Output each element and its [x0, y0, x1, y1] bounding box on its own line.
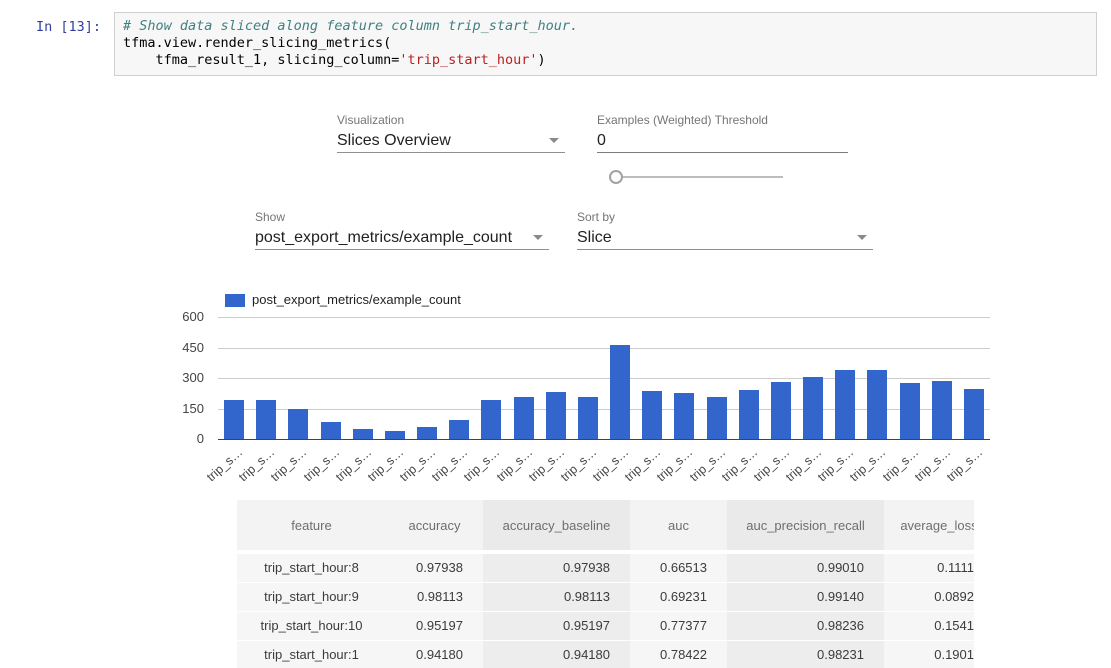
gridline	[218, 348, 990, 349]
table-cell: 0.66513	[630, 554, 727, 582]
dropdown-arrow-icon[interactable]	[857, 235, 867, 240]
show-metric-dropdown[interactable]: Show post_export_metrics/example_count	[255, 209, 549, 250]
chart-bar[interactable]	[610, 345, 630, 440]
table-row: trip_start_hour:90.981130.981130.692310.…	[237, 583, 974, 611]
chart-bar[interactable]	[449, 420, 469, 439]
chart-bar[interactable]	[739, 390, 759, 439]
sortby-label: Sort by	[577, 209, 873, 225]
table-header-cell[interactable]: average_loss	[884, 500, 974, 550]
chart-bar[interactable]	[321, 422, 341, 439]
dropdown-arrow-icon[interactable]	[533, 235, 543, 240]
visualization-dropdown[interactable]: Visualization Slices Overview	[337, 112, 565, 153]
chart-bar[interactable]	[964, 389, 984, 439]
chart-bar[interactable]	[867, 370, 887, 439]
chart-bar[interactable]	[900, 383, 920, 439]
slider-knob[interactable]	[609, 170, 623, 184]
table-header-cell[interactable]: accuracy_baseline	[483, 500, 630, 550]
threshold-input[interactable]	[597, 130, 848, 152]
table-row: trip_start_hour:80.979380.979380.665130.…	[237, 554, 974, 582]
table-cell: 0.98231	[727, 641, 884, 668]
table-cell: 0.97938	[483, 554, 630, 582]
y-axis-label: 0	[162, 431, 204, 446]
slices-overview-chart: post_export_metrics/example_count 0 150 30…	[0, 290, 1111, 495]
table-cell: 0.69231	[630, 583, 727, 611]
sortby-value: Slice	[577, 227, 873, 249]
table-cell: 0.77377	[630, 612, 727, 640]
chart-bar[interactable]	[481, 400, 501, 439]
chart-bar[interactable]	[771, 382, 791, 439]
table-cell: trip_start_hour:1	[237, 641, 386, 668]
slider-track[interactable]	[622, 176, 783, 178]
table-row: trip_start_hour:100.951970.951970.773770…	[237, 612, 974, 640]
chart-bar[interactable]	[546, 392, 566, 439]
table-cell: trip_start_hour:9	[237, 583, 386, 611]
show-label: Show	[255, 209, 549, 225]
chart-bar[interactable]	[385, 431, 405, 439]
chart-bar[interactable]	[353, 429, 373, 439]
chart-bar[interactable]	[932, 381, 952, 439]
visualization-label: Visualization	[337, 112, 565, 128]
table-cell: 0.94180	[386, 641, 483, 668]
table-cell: 0.98113	[483, 583, 630, 611]
table-header-cell[interactable]: auc	[630, 500, 727, 550]
table-cell: 0.99010	[727, 554, 884, 582]
table-cell: 0.1901	[884, 641, 974, 668]
table-cell: 0.95197	[483, 612, 630, 640]
table-cell: 0.94180	[483, 641, 630, 668]
metrics-table: featureaccuracyaccuracy_baselineaucauc_p…	[237, 500, 974, 668]
chart-bar[interactable]	[288, 409, 308, 440]
table-cell: 0.1111	[884, 554, 974, 582]
table-cell: 0.78422	[630, 641, 727, 668]
code-comment: # Show data sliced along feature column …	[123, 18, 578, 34]
table-cell: 0.97938	[386, 554, 483, 582]
legend-swatch-icon	[225, 294, 245, 307]
show-value: post_export_metrics/example_count	[255, 227, 549, 249]
y-axis-label: 150	[162, 401, 204, 416]
chart-bar[interactable]	[514, 397, 534, 439]
y-axis-label: 450	[162, 340, 204, 355]
threshold-slider[interactable]	[605, 168, 790, 186]
table-cell: trip_start_hour:8	[237, 554, 386, 582]
dropdown-arrow-icon[interactable]	[549, 138, 559, 143]
table-header-row: featureaccuracyaccuracy_baselineaucauc_p…	[237, 500, 974, 550]
table-cell: trip_start_hour:10	[237, 612, 386, 640]
table-row: trip_start_hour:10.941800.941800.784220.…	[237, 641, 974, 668]
code-line: tfma_result_1, slicing_column='trip_star…	[123, 52, 1088, 69]
table-header-cell[interactable]: accuracy	[386, 500, 483, 550]
table-cell: 0.95197	[386, 612, 483, 640]
chart-bar[interactable]	[578, 397, 598, 439]
chart-bar[interactable]	[417, 427, 437, 439]
visualization-value: Slices Overview	[337, 130, 565, 152]
chart-bar[interactable]	[835, 370, 855, 439]
x-axis-baseline	[218, 439, 990, 440]
legend-label: post_export_metrics/example_count	[252, 292, 461, 307]
code-cell[interactable]: # Show data sliced along feature column …	[114, 12, 1097, 76]
notebook-page: In [13]: # Show data sliced along featur…	[0, 0, 1111, 668]
table-cell: 0.98236	[727, 612, 884, 640]
chart-bar[interactable]	[707, 397, 727, 439]
chart-bar[interactable]	[256, 400, 276, 439]
chart-bar[interactable]	[803, 377, 823, 439]
input-prompt: In [13]:	[36, 19, 101, 35]
y-axis-label: 300	[162, 370, 204, 385]
chart-bar[interactable]	[642, 391, 662, 439]
table-header-cell[interactable]: auc_precision_recall	[727, 500, 884, 550]
code-line: tfma.view.render_slicing_metrics(	[123, 35, 1088, 52]
gridline	[218, 317, 990, 318]
table-cell: 0.98113	[386, 583, 483, 611]
threshold-label: Examples (Weighted) Threshold	[597, 112, 848, 128]
table-header-cell[interactable]: feature	[237, 500, 386, 550]
chart-bar[interactable]	[674, 393, 694, 439]
code-string: 'trip_start_hour'	[399, 52, 537, 68]
table-cell: 0.1541	[884, 612, 974, 640]
threshold-field[interactable]: Examples (Weighted) Threshold	[597, 112, 848, 153]
y-axis-label: 600	[162, 309, 204, 324]
chart-bar[interactable]	[224, 400, 244, 439]
table-cell: 0.99140	[727, 583, 884, 611]
sortby-dropdown[interactable]: Sort by Slice	[577, 209, 873, 250]
table-cell: 0.0892	[884, 583, 974, 611]
